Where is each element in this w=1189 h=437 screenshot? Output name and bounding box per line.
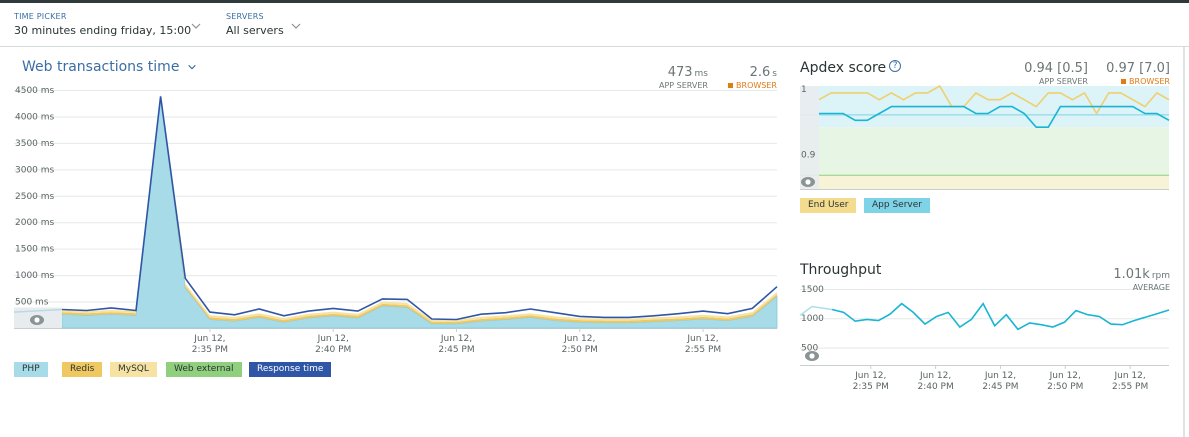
eye-icon[interactable]	[30, 315, 44, 325]
php-area	[61, 97, 778, 329]
apdex-band-good	[800, 127, 1169, 176]
wt-x-tick-time: 2:45 PM	[438, 345, 474, 355]
wt-x-tick-time: 2:50 PM	[562, 345, 598, 355]
throughput-x-tick-time: 2:40 PM	[917, 382, 953, 392]
apdex-title: Apdex score?	[800, 60, 902, 76]
wt-x-tick-date: Jun 12,	[686, 334, 718, 344]
apdex-browser-value: 0.97 [7.0]	[1106, 61, 1170, 76]
wt-x-tick-date: Jun 12,	[563, 334, 595, 344]
apdex-browser-label: BROWSER	[1129, 77, 1170, 86]
wt-y-tick-label: 1500 ms	[15, 245, 55, 255]
throughput-title: Throughput	[800, 262, 882, 278]
wt-x-tick-time: 2:40 PM	[315, 345, 351, 355]
throughput-y-tick-label: 1500	[801, 285, 824, 295]
apdex-app-server-value: 0.94 [0.5]	[1024, 61, 1088, 76]
wt-x-tick-time: 2:55 PM	[685, 345, 721, 355]
wt-y-tick-label: 2000 ms	[15, 218, 55, 228]
legend-item-app-server[interactable]: App Server	[864, 198, 930, 213]
apdex-title-text: Apdex score	[800, 60, 887, 76]
throughput-x-tick-date: Jun 12,	[984, 371, 1016, 381]
throughput-x-tick-date: Jun 12,	[919, 371, 951, 381]
throughput-value: 1.01k	[1113, 267, 1150, 282]
apdex-app-server-label: APP SERVER	[1038, 77, 1088, 86]
eye-icon[interactable]	[805, 351, 819, 361]
wt-y-tick-label: 4000 ms	[15, 112, 55, 122]
throughput-x-tick-date: Jun 12,	[1113, 371, 1145, 381]
legend-item-mysql[interactable]: MySQL	[110, 362, 157, 377]
apdex-y-tick-label: 1	[801, 85, 807, 95]
apdex-leading-fade	[800, 86, 819, 189]
throughput-x-tick-time: 2:35 PM	[853, 382, 889, 392]
eye-icon-pupil	[809, 353, 815, 359]
legend-item-php[interactable]: PHP	[14, 362, 48, 377]
help-icon[interactable]: ?	[889, 60, 902, 72]
throughput-x-tick-date: Jun 12,	[854, 371, 886, 381]
apdex-band-fair	[800, 175, 1169, 189]
throughput-average-label: AVERAGE	[1132, 283, 1170, 292]
eye-icon[interactable]	[801, 177, 815, 187]
apdex-browser-metric: 0.97 [7.0] BROWSER	[1106, 61, 1170, 86]
legend-item-web-external[interactable]: Web external	[166, 362, 242, 377]
browser-square-icon	[1121, 79, 1127, 84]
apdex-y-tick-label: 0.9	[801, 151, 816, 161]
wt-y-tick-label: 3500 ms	[15, 139, 55, 149]
legend-item-response-time[interactable]: Response time	[249, 362, 332, 377]
legend-item-redis[interactable]: Redis	[62, 362, 103, 377]
throughput-unit: rpm	[1151, 271, 1170, 281]
eye-icon-pupil	[34, 317, 40, 323]
wt-y-tick-label: 1000 ms	[15, 271, 55, 281]
wt-x-tick-date: Jun 12,	[440, 334, 472, 344]
throughput-x-tick-time: 2:50 PM	[1047, 382, 1083, 392]
throughput-x-tick-date: Jun 12,	[1049, 371, 1081, 381]
wt-x-tick-date: Jun 12,	[193, 334, 225, 344]
throughput-x-tick-time: 2:45 PM	[982, 382, 1018, 392]
throughput-metric: 1.01k rpm AVERAGE	[1113, 263, 1170, 292]
wt-y-tick-label: 2500 ms	[15, 192, 55, 202]
throughput-y-tick-label: 1000	[801, 314, 824, 324]
throughput-x-tick-time: 2:55 PM	[1112, 382, 1148, 392]
eye-icon-pupil	[805, 179, 811, 185]
apdex-app-server-metric: 0.94 [0.5] APP SERVER	[1024, 61, 1088, 86]
legend-item-end-user[interactable]: End User	[800, 198, 857, 213]
wt-y-tick-label: 500 ms	[15, 298, 49, 308]
wt-y-tick-label: 3000 ms	[15, 165, 55, 175]
throughput-line	[831, 302, 1170, 331]
wt-x-tick-date: Jun 12,	[317, 334, 349, 344]
wt-x-tick-time: 2:35 PM	[192, 345, 228, 355]
wt-y-tick-label: 4500 ms	[15, 86, 55, 96]
